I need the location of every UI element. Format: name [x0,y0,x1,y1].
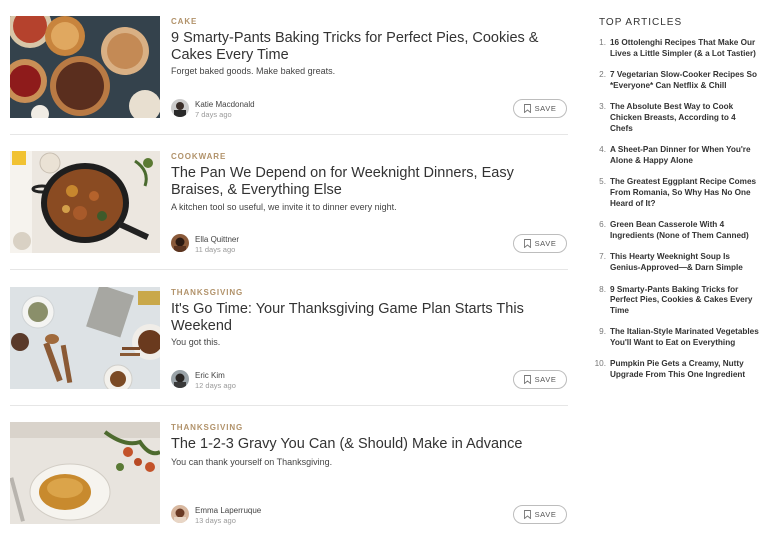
publish-date: 12 days ago [195,381,236,390]
item-link[interactable]: Green Bean Casserole With 4 Ingredients … [610,220,749,240]
article-tag[interactable]: THANKSGIVING [171,423,243,432]
item-link[interactable]: The Greatest Eggplant Recipe Comes From … [610,177,756,207]
avatar[interactable] [171,505,189,523]
top-articles-list: 1. 16 Ottolenghi Recipes That Make Our Li… [590,38,760,381]
top-article-item[interactable]: 8. 9 Smarty-Pants Baking Tricks for Perfe… [590,285,760,317]
top-article-item[interactable]: 3. The Absolute Best Way to Cook Chicken … [590,102,760,134]
item-number: 5. [599,177,606,187]
top-article-item[interactable]: 5. The Greatest Eggplant Recipe Comes Fro… [590,177,760,209]
divider [10,269,568,270]
item-number: 10. [594,359,606,369]
item-link[interactable]: 16 Ottolenghi Recipes That Make Our Live… [610,38,756,58]
bookmark-icon [523,239,531,248]
item-number: 7. [599,252,606,262]
top-article-item[interactable]: 6. Green Bean Casserole With 4 Ingredient… [590,220,760,241]
item-number: 9. [599,327,606,337]
item-link[interactable]: A Sheet-Pan Dinner for When You're Alone… [610,145,751,165]
publish-date: 7 days ago [195,110,232,119]
avatar[interactable] [171,234,189,252]
author-name[interactable]: Eric Kim [195,371,225,380]
avatar[interactable] [171,99,189,117]
publish-date: 11 days ago [195,245,236,254]
item-link[interactable]: 7 Vegetarian Slow-Cooker Recipes So *Eve… [610,70,757,90]
item-link[interactable]: 9 Smarty-Pants Baking Tricks for Perfect… [610,285,752,315]
item-number: 4. [599,145,606,155]
article-title[interactable]: 9 Smarty-Pants Baking Tricks for Perfect… [171,30,566,64]
item-number: 1. [599,38,606,47]
article-tag[interactable]: THANKSGIVING [171,288,243,297]
top-article-item[interactable]: 7. This Hearty Weeknight Soup Is Genius-A… [590,252,760,273]
author-byline[interactable]: Katie Macdonald 7 days ago [171,99,371,121]
author-name[interactable]: Emma Laperruque [195,506,261,515]
top-article-item[interactable]: 9. The Italian-Style Marinated Vegetables… [590,327,760,348]
article-card[interactable]: THANKSGIVING The 1-2-3 Gravy You Can (& … [10,422,570,536]
publish-date: 13 days ago [195,516,236,525]
save-label: SAVE [534,104,557,113]
avatar[interactable] [171,370,189,388]
item-number: 3. [599,102,606,112]
bookmark-icon [523,510,531,519]
article-tag[interactable]: COOKWARE [171,152,226,161]
author-byline[interactable]: Ella Quittner 11 days ago [171,234,371,256]
item-number: 6. [599,220,606,230]
save-button[interactable]: SAVE [513,505,567,524]
top-article-item[interactable]: 1. 16 Ottolenghi Recipes That Make Our Li… [590,38,760,59]
top-article-item[interactable]: 2. 7 Vegetarian Slow-Cooker Recipes So *E… [590,70,760,91]
article-card[interactable]: COOKWARE The Pan We Depend on for Weekni… [10,151,570,271]
top-article-item[interactable]: 4. A Sheet-Pan Dinner for When You're Alo… [590,145,760,166]
article-dek: You can thank yourself on Thanksgiving. [171,457,333,467]
save-label: SAVE [534,239,557,248]
save-button[interactable]: SAVE [513,99,567,118]
article-title[interactable]: It's Go Time: Your Thanksgiving Game Pla… [171,301,566,335]
top-article-item[interactable]: 10. Pumpkin Pie Gets a Creamy, Nutty Upgr… [590,359,760,380]
item-link[interactable]: The Italian-Style Marinated Vegetables Y… [610,327,759,347]
save-button[interactable]: SAVE [513,234,567,253]
article-thumbnail[interactable] [10,287,160,389]
divider [10,134,568,135]
article-thumbnail[interactable] [10,151,160,253]
article-dek: A kitchen tool so useful, we invite it t… [171,202,397,212]
item-link[interactable]: Pumpkin Pie Gets a Creamy, Nutty Upgrade… [610,359,745,379]
item-link[interactable]: This Hearty Weeknight Soup Is Genius-App… [610,252,743,272]
top-articles-sidebar: TOP ARTICLES 1. 16 Ottolenghi Recipes Tha… [590,17,760,392]
sidebar-title: TOP ARTICLES [599,17,683,28]
item-number: 2. [599,70,606,80]
article-title[interactable]: The 1-2-3 Gravy You Can (& Should) Make … [171,436,566,453]
article-title[interactable]: The Pan We Depend on for Weeknight Dinne… [171,165,566,199]
item-link[interactable]: The Absolute Best Way to Cook Chicken Br… [610,102,736,132]
item-number: 8. [599,284,606,294]
article-card[interactable]: CAKE 9 Smarty-Pants Baking Tricks for Pe… [10,16,570,136]
author-byline[interactable]: Eric Kim 12 days ago [171,370,371,392]
save-label: SAVE [534,510,557,519]
article-tag[interactable]: CAKE [171,17,197,26]
save-label: SAVE [534,375,557,384]
article-dek: Forget baked goods. Make baked greats. [171,66,336,76]
save-button[interactable]: SAVE [513,370,567,389]
article-thumbnail[interactable] [10,422,160,524]
article-card[interactable]: THANKSGIVING It's Go Time: Your Thanksgi… [10,287,570,407]
bookmark-icon [523,104,531,113]
divider [10,405,568,406]
author-name[interactable]: Ella Quittner [195,235,239,244]
article-thumbnail[interactable] [10,16,160,118]
author-name[interactable]: Katie Macdonald [195,100,255,109]
bookmark-icon [523,375,531,384]
article-dek: You got this. [171,337,221,347]
author-byline[interactable]: Emma Laperruque 13 days ago [171,505,371,527]
